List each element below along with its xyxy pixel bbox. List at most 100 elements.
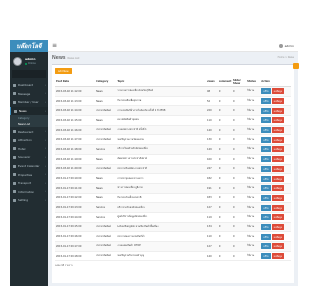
settings-tab-icon[interactable] [293, 63, 299, 69]
column-header[interactable]: Status [246, 77, 261, 87]
sidebar-item-label: News [19, 109, 27, 114]
edit-button[interactable]: แก้ไข [261, 88, 271, 95]
table-row: 2015-01-17 09:16:00 ประชาสัมพันธ์ ประกาศผล… [55, 231, 291, 242]
menu-toggle-icon[interactable]: ≡ [52, 42, 57, 49]
edit-button[interactable]: แก้ไข [261, 243, 271, 250]
table-cell[interactable]: งานแสดงสินค้า OTOP [116, 241, 207, 252]
delete-button[interactable]: ลบข้อมูล [271, 127, 284, 134]
sidebar-item[interactable]: News ‹ [10, 106, 48, 116]
edit-button[interactable]: แก้ไข [261, 165, 271, 172]
table-cell[interactable]: บริการรถรับส่งนักท่องเที่ยว [116, 202, 207, 213]
table-cell: 0 [217, 212, 232, 223]
sidebar-item[interactable]: Transport ‹ [10, 179, 48, 188]
sidebar-item[interactable]: Attraction ‹ [10, 136, 48, 145]
table-cell: 0 [231, 115, 247, 126]
delete-button[interactable]: ลบข้อมูล [271, 88, 284, 95]
table-cell[interactable]: บริการใหม่สำหรับนักท่องเที่ยว [116, 144, 207, 155]
table-cell[interactable]: งานเทศกาลประจำปี ครั้งที่ 1 [116, 125, 207, 136]
delete-button[interactable]: ลบข้อมูล [271, 107, 284, 114]
delete-button[interactable]: ลบข้อมูล [271, 223, 284, 230]
sidebar-item[interactable]: Message ‹ [10, 90, 48, 99]
column-header[interactable]: comment [217, 77, 232, 87]
edit-button[interactable]: แก้ไข [261, 223, 271, 230]
delete-button[interactable]: ลบข้อมูล [271, 204, 284, 211]
table-cell: 110 [206, 231, 218, 242]
sidebar-item[interactable]: Dashboard ‹ [10, 81, 48, 90]
delete-button[interactable]: ลบข้อมูล [271, 136, 284, 143]
delete-button[interactable]: ลบข้อมูล [271, 243, 284, 250]
column-header[interactable]: Category [95, 77, 117, 87]
sidebar-item[interactable]: Information ‹ [10, 188, 48, 197]
edit-button[interactable]: แก้ไข [261, 175, 271, 182]
delete-button[interactable]: ลบข้อมูล [271, 194, 284, 201]
breadcrumb[interactable]: Home > News [278, 56, 294, 59]
table-cell[interactable]: ตลาดนัดสินค้าชุมชน [116, 115, 207, 126]
table-cell: 0 [217, 193, 232, 204]
edit-button[interactable]: แก้ไข [261, 156, 271, 163]
column-header[interactable]: Action [260, 77, 291, 87]
action-cell: แก้ไข ลบข้อมูล [260, 202, 291, 213]
table-cell: 0 [217, 222, 232, 233]
table-cell[interactable]: ศูนย์บริการข้อมูลนักท่องเที่ยว [116, 212, 207, 223]
table-cell[interactable]: กิจกรรมวันเด็กแห่งชาติ [116, 193, 207, 204]
table-cell[interactable]: Lotus Bangkok ชวนชิม สินค้าพื้นเมือง [116, 222, 207, 233]
edit-button[interactable]: แก้ไข [261, 253, 271, 260]
edit-button[interactable]: แก้ไข [261, 233, 271, 240]
table-row: 2015-03-02 11:19:00 News อัพเดทข่าวสารประจ… [55, 154, 291, 165]
add-news-button[interactable]: Add New [55, 68, 72, 74]
table-cell[interactable]: รายงานการท่องเที่ยวจังหวัดบุรีรัมย์ [116, 86, 207, 97]
sidebar-item[interactable]: Setting ‹ [10, 196, 48, 205]
table-cell: 2015-03-02 11:17:00 [55, 134, 96, 146]
sidebar-item[interactable]: Hotel ‹ [10, 145, 48, 154]
table-cell[interactable]: การแข่งขันกีฬาภายในจังหวัด ครั้งที่ 1 ปี… [116, 105, 207, 117]
sidebar-item[interactable]: Restaurant ‹ [10, 127, 48, 136]
table-cell[interactable]: ประกาศรับสมัครงานประจำปี [116, 164, 207, 175]
edit-button[interactable]: แก้ไข [261, 214, 271, 221]
delete-button[interactable]: ลบข้อมูล [271, 98, 284, 105]
edit-button[interactable]: แก้ไข [261, 185, 271, 192]
delete-button[interactable]: ลบข้อมูล [271, 117, 284, 124]
table-cell[interactable]: กิจกรรมเดินเพื่อสุขภาพ [116, 96, 207, 107]
delete-button[interactable]: ลบข้อมูล [271, 253, 284, 260]
chevron-icon: ‹ [45, 181, 46, 185]
table-cell: Service [95, 212, 117, 223]
edit-button[interactable]: แก้ไข [261, 136, 271, 143]
table-cell: ใช้งาน [246, 173, 261, 184]
delete-button[interactable]: ลบข้อมูล [271, 156, 284, 163]
edit-button[interactable]: แก้ไข [261, 146, 271, 153]
edit-button[interactable]: แก้ไข [261, 98, 271, 105]
delete-button[interactable]: ลบข้อมูล [271, 165, 284, 172]
table-cell[interactable]: ขอเชิญร่วมกิจกรรมทำบุญ [116, 251, 207, 262]
sidebar-menu: Dashboard ‹ Message ‹ Member / User ‹ News ‹ Cat… [10, 81, 48, 205]
column-header[interactable]: views [206, 77, 218, 87]
edit-button[interactable]: แก้ไข [261, 117, 271, 124]
sidebar-item[interactable]: Properties ‹ [10, 170, 48, 179]
column-header[interactable]: Post Date [55, 77, 96, 87]
sidebar-item[interactable]: Souvenir ‹ [10, 153, 48, 162]
table-cell: 220 [206, 105, 218, 117]
delete-button[interactable]: ลบข้อมูล [271, 214, 284, 221]
column-header[interactable]: Slider Show [231, 77, 247, 87]
column-header[interactable]: Topic [116, 77, 207, 87]
user-menu[interactable]: admin [278, 43, 294, 48]
sidebar-item[interactable]: Event Calendar ‹ [10, 162, 48, 171]
sidebar-item[interactable]: Member / User ‹ [10, 98, 48, 107]
delete-button[interactable]: ลบข้อมูล [271, 175, 284, 182]
edit-button[interactable]: แก้ไข [261, 194, 271, 201]
edit-button[interactable]: แก้ไข [261, 204, 271, 211]
table-cell[interactable]: อัพเดทข่าวสารประจำสัปดาห์ [116, 154, 207, 165]
delete-button[interactable]: ลบข้อมูล [271, 185, 284, 192]
table-cell: 0 [231, 241, 247, 252]
delete-button[interactable]: ลบข้อมูล [271, 233, 284, 240]
table-cell[interactable]: ขอเชิญร่วมงานวัฒนธรรม [116, 134, 207, 146]
table-row: 2015-01-17 09:11:00 News ข่าวการท่องเที่ยว… [55, 183, 291, 194]
table-cell[interactable]: ประกาศผลการแข่งขันกีฬา [116, 231, 207, 242]
edit-button[interactable]: แก้ไข [261, 107, 271, 114]
sidebar-search[interactable] [12, 70, 46, 78]
brand-logo[interactable]: บล๊อกโลจี [10, 40, 48, 52]
delete-button[interactable]: ลบข้อมูล [271, 146, 284, 153]
table-cell[interactable]: ข่าวการท่องเที่ยวภูมิภาค [116, 183, 207, 194]
chevron-icon: ‹ [45, 155, 46, 159]
edit-button[interactable]: แก้ไข [261, 127, 271, 134]
table-cell[interactable]: การประชุมคณะกรรมการ [116, 173, 207, 184]
